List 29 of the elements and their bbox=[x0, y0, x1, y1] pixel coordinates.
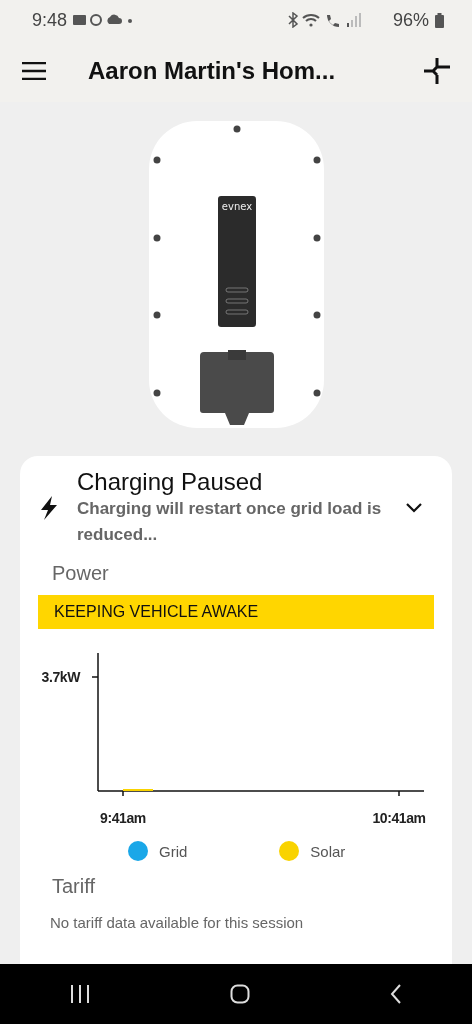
menu-icon bbox=[22, 62, 46, 80]
dot-icon bbox=[128, 19, 133, 23]
signal-icon bbox=[346, 13, 361, 27]
lightning-icon bbox=[40, 496, 58, 520]
legend-label: Grid bbox=[159, 842, 188, 860]
bluetooth-icon bbox=[288, 12, 299, 28]
section-heading: Power bbox=[52, 562, 110, 585]
x-tick-label: 10:41am bbox=[372, 810, 426, 823]
recents-icon bbox=[70, 985, 90, 1003]
charger-logo: evnex bbox=[221, 201, 253, 212]
section-heading: Tariff bbox=[52, 875, 96, 898]
phone-icon bbox=[326, 15, 339, 27]
status-title: Charging Paused bbox=[77, 468, 264, 496]
cloud-icon bbox=[107, 14, 123, 24]
status-time: 9:48 bbox=[32, 9, 68, 31]
message-icon bbox=[73, 15, 87, 25]
wifi-icon bbox=[301, 13, 320, 27]
app-title: Aaron Martin's Hom... bbox=[88, 57, 336, 85]
legend-label: Solar bbox=[310, 842, 346, 860]
battery-level: 96% bbox=[392, 9, 429, 31]
tariff-message: No tariff data available for this session bbox=[50, 914, 305, 931]
solar-line bbox=[122, 789, 154, 791]
status-message: Charging will restart once grid load is reduced... bbox=[77, 498, 383, 546]
status-banner: KEEPING VEHICLE AWAKE bbox=[38, 595, 434, 629]
home-icon bbox=[230, 984, 250, 1004]
x-tick-label: 9:41am bbox=[100, 810, 146, 823]
battery-icon bbox=[435, 12, 444, 28]
y-axis-label: 3.7kW bbox=[41, 669, 80, 685]
back-icon bbox=[390, 984, 402, 1004]
